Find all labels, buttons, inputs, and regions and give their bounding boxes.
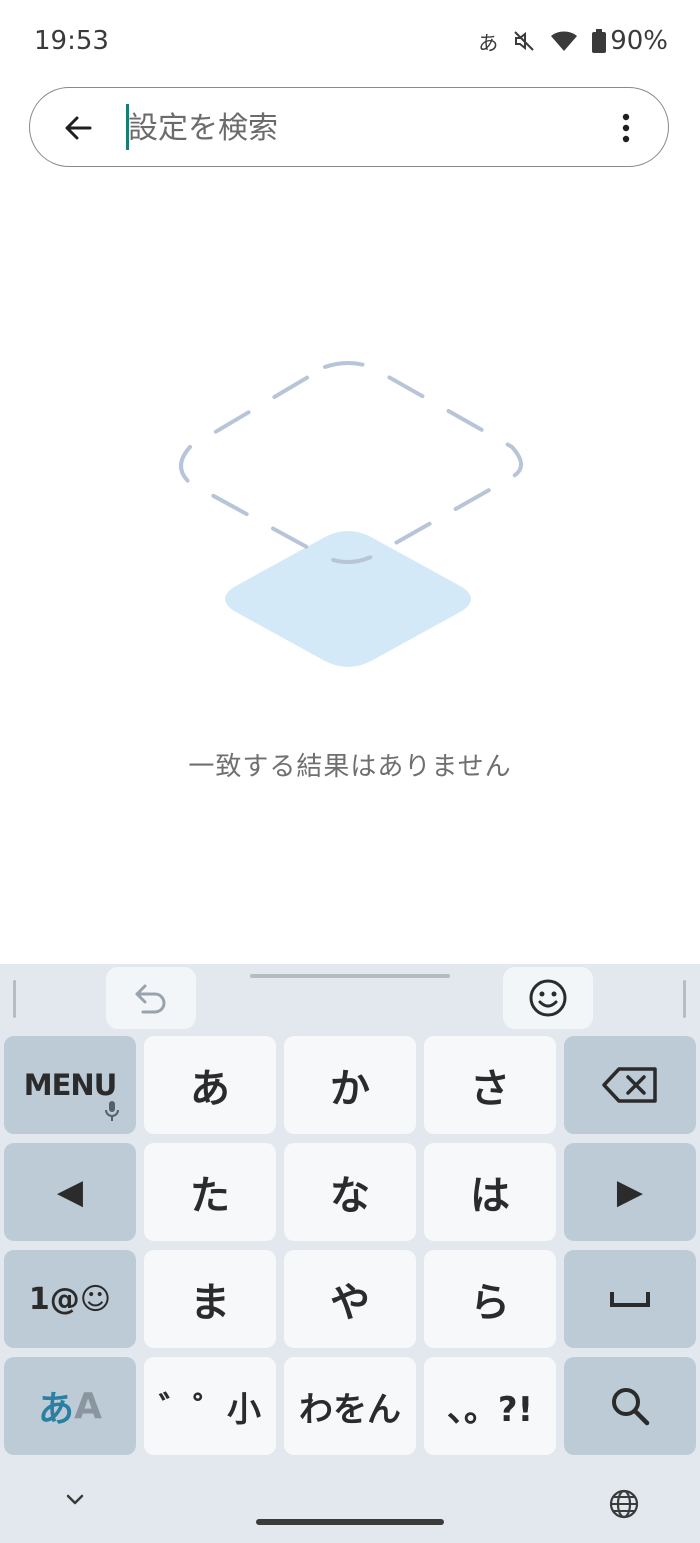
input-mode-kana: あ [38,1389,75,1430]
mute-icon [512,29,536,53]
empty-state-illustration [170,355,530,685]
battery-icon [592,29,607,53]
toolbar-edge-left [13,980,16,1018]
search-bar [29,87,669,167]
input-mode-key[interactable]: あ A [4,1357,136,1455]
menu-key[interactable]: MENU [4,1036,136,1134]
key-na[interactable]: な [284,1143,416,1241]
key-a[interactable]: あ [144,1036,276,1134]
symbols-key[interactable]: 1@☺ [4,1250,136,1348]
search-input[interactable] [128,102,598,154]
search-icon [612,1388,650,1426]
soft-keyboard: MENU あ か さ ◀ た な は ▶ 1@☺ ま や ら あ A ゛゜小 わ… [0,964,700,1543]
cursor-left-key[interactable]: ◀ [4,1143,136,1241]
key-sa[interactable]: さ [424,1036,556,1134]
search-key[interactable] [564,1357,696,1455]
status-bar: 19:53 あ 90% [0,0,700,84]
input-mode-alpha: A [74,1385,102,1427]
gesture-navigation-bar[interactable] [256,1519,444,1525]
key-punctuation[interactable]: 、。?! [424,1357,556,1455]
key-ra[interactable]: ら [424,1250,556,1348]
backspace-key[interactable] [564,1036,696,1134]
back-arrow-icon[interactable] [60,110,96,146]
undo-icon[interactable] [106,967,196,1029]
mic-icon [105,1101,119,1121]
menu-key-label: MENU [23,1068,117,1102]
key-dakuten[interactable]: ゛゜小 [144,1357,276,1455]
more-vert-icon[interactable] [608,110,644,146]
emoji-icon[interactable] [503,967,593,1029]
space-key[interactable] [564,1250,696,1348]
space-icon [610,1292,650,1307]
wifi-icon [550,30,578,52]
cursor-right-key[interactable]: ▶ [564,1143,696,1241]
key-ma[interactable]: ま [144,1250,276,1348]
keyboard-drag-handle[interactable] [250,974,450,978]
key-ka[interactable]: か [284,1036,416,1134]
key-wa[interactable]: わをん [284,1357,416,1455]
key-ta[interactable]: た [144,1143,276,1241]
keyboard-bottom-bar [0,1474,700,1543]
backspace-icon [602,1067,657,1103]
status-time: 19:53 [34,26,109,56]
battery-level: 90% [610,26,668,56]
toolbar-edge-right [683,980,686,1018]
status-icons: あ 90% [478,26,668,56]
keyboard-toolbar [0,964,700,1034]
key-ha[interactable]: は [424,1143,556,1241]
ime-indicator: あ [478,30,499,55]
globe-icon[interactable] [608,1488,640,1524]
key-ya[interactable]: や [284,1250,416,1348]
empty-state-message: 一致する結果はありません [188,752,512,782]
chevron-down-icon[interactable] [62,1490,88,1514]
